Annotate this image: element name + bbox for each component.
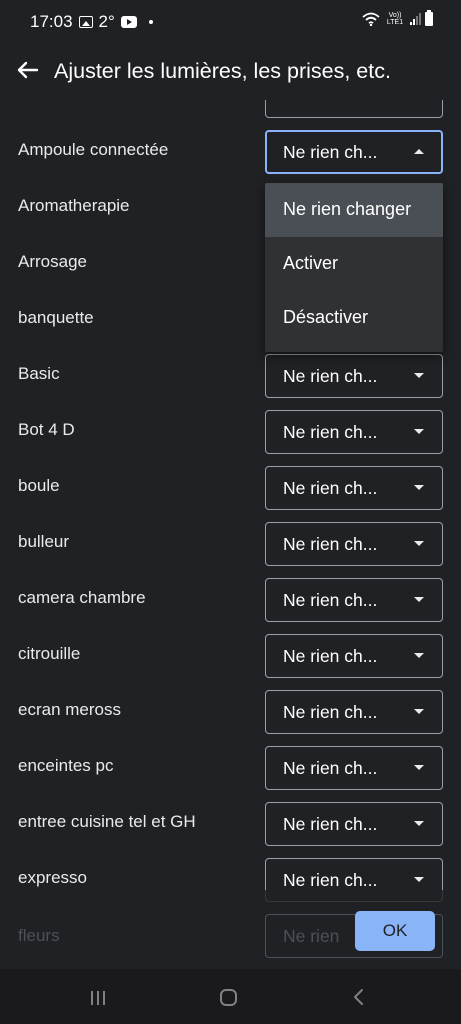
battery-icon: [425, 10, 433, 26]
status-left: 17:03 2°: [30, 12, 153, 32]
caret-down-icon: [414, 821, 424, 826]
caret-down-icon: [414, 709, 424, 714]
signal-icon: [410, 13, 421, 25]
arrow-left-icon: [17, 61, 39, 79]
device-action-select[interactable]: Ne rien ch...: [265, 578, 443, 622]
device-name: Aromatherapie: [18, 196, 130, 215]
select-value: Ne rien ch...: [283, 534, 378, 554]
caret-down-icon: [414, 653, 424, 658]
device-name: banquette: [18, 308, 94, 327]
device-action-select[interactable]: Ne rien ch...: [265, 802, 443, 846]
back-button[interactable]: [12, 54, 44, 86]
partial-select-box[interactable]: [265, 100, 443, 118]
caret-down-icon: [414, 597, 424, 602]
device-name: Arrosage: [18, 252, 87, 271]
device-name: camera chambre: [18, 588, 146, 607]
select-value: Ne rien ch...: [283, 366, 378, 386]
device-name: expresso: [18, 868, 87, 887]
menu-item-ne-rien-changer[interactable]: Ne rien changer: [265, 183, 443, 237]
caret-down-icon: [414, 765, 424, 770]
device-name: Ampoule connectée: [18, 140, 169, 159]
select-value: Ne rien: [283, 926, 340, 946]
device-row: boule Ne rien ch...: [0, 460, 461, 516]
caret-down-icon: [414, 485, 424, 490]
status-bar: 17:03 2° Vo)) LTE1: [0, 0, 461, 44]
device-name: boule: [18, 476, 60, 495]
status-right: Vo)) LTE1: [362, 10, 433, 26]
nav-back-icon[interactable]: [352, 988, 364, 1006]
device-row: Basic Ne rien ch...: [0, 348, 461, 404]
menu-item-label: Activer: [283, 253, 339, 273]
device-row: Ampoule connectée Ne rien ch...: [0, 124, 461, 180]
status-time: 17:03: [30, 12, 73, 31]
device-action-select[interactable]: Ne rien ch...: [265, 746, 443, 790]
caret-down-icon: [414, 429, 424, 434]
device-action-select[interactable]: Ne rien ch...: [265, 130, 443, 174]
home-icon[interactable]: [220, 989, 237, 1006]
caret-down-icon: [414, 373, 424, 378]
youtube-icon: [120, 16, 137, 28]
device-row: Bot 4 D Ne rien ch...: [0, 404, 461, 460]
caret-down-icon: [414, 541, 424, 546]
device-action-select[interactable]: Ne rien ch...: [265, 634, 443, 678]
device-name-faded: fleurs: [18, 926, 60, 945]
select-value: Ne rien ch...: [283, 870, 378, 890]
device-row: entree cuisine tel et GH Ne rien ch...: [0, 796, 461, 852]
select-value: Ne rien ch...: [283, 646, 378, 666]
notification-dot-icon: [148, 20, 153, 24]
caret-down-icon: [414, 877, 424, 882]
status-temperature: 2°: [98, 12, 115, 31]
device-row: bulleur Ne rien ch...: [0, 516, 461, 572]
device-row: enceintes pc Ne rien ch...: [0, 740, 461, 796]
ok-button[interactable]: OK: [355, 911, 435, 951]
device-action-select[interactable]: Ne rien ch...: [265, 354, 443, 398]
device-name: enceintes pc: [18, 756, 114, 775]
device-name: citrouille: [18, 644, 81, 663]
select-value: Ne rien ch...: [283, 758, 378, 778]
dropdown-menu: Ne rien changer Activer Désactiver: [265, 183, 443, 352]
menu-item-desactiver[interactable]: Désactiver: [265, 291, 443, 345]
device-row: camera chambre Ne rien ch...: [0, 572, 461, 628]
caret-up-icon: [414, 149, 424, 154]
menu-item-label: Désactiver: [283, 307, 369, 327]
device-name: bulleur: [18, 532, 70, 551]
menu-item-activer[interactable]: Activer: [265, 237, 443, 291]
select-value: Ne rien ch...: [283, 702, 378, 722]
device-action-select[interactable]: Ne rien ch...: [265, 466, 443, 510]
select-value: Ne rien ch...: [283, 422, 378, 442]
device-action-select[interactable]: Ne rien ch...: [265, 410, 443, 454]
app-bar: Ajuster les lumières, les prises, etc.: [0, 44, 461, 100]
select-value: Ne rien ch...: [283, 814, 378, 834]
select-value: Ne rien ch...: [283, 142, 378, 162]
device-name: entree cuisine tel et GH: [18, 812, 196, 831]
recents-icon[interactable]: [91, 991, 107, 1005]
select-value: Ne rien ch...: [283, 478, 378, 498]
device-name: Basic: [18, 364, 60, 383]
device-row: ecran meross Ne rien ch...: [0, 684, 461, 740]
device-action-select[interactable]: Ne rien ch...: [265, 690, 443, 734]
device-name: Bot 4 D: [18, 420, 75, 439]
volte-label: Vo)) LTE1: [386, 12, 404, 26]
menu-item-label: Ne rien changer: [283, 199, 412, 219]
device-name: ecran meross: [18, 700, 121, 719]
device-action-select[interactable]: Ne rien ch...: [265, 522, 443, 566]
navigation-bar: [0, 969, 461, 1024]
gallery-icon: [78, 16, 93, 28]
select-value: Ne rien ch...: [283, 590, 378, 610]
wifi-icon: [362, 12, 380, 26]
device-row: citrouille Ne rien ch...: [0, 628, 461, 684]
page-title: Ajuster les lumières, les prises, etc.: [54, 59, 391, 83]
